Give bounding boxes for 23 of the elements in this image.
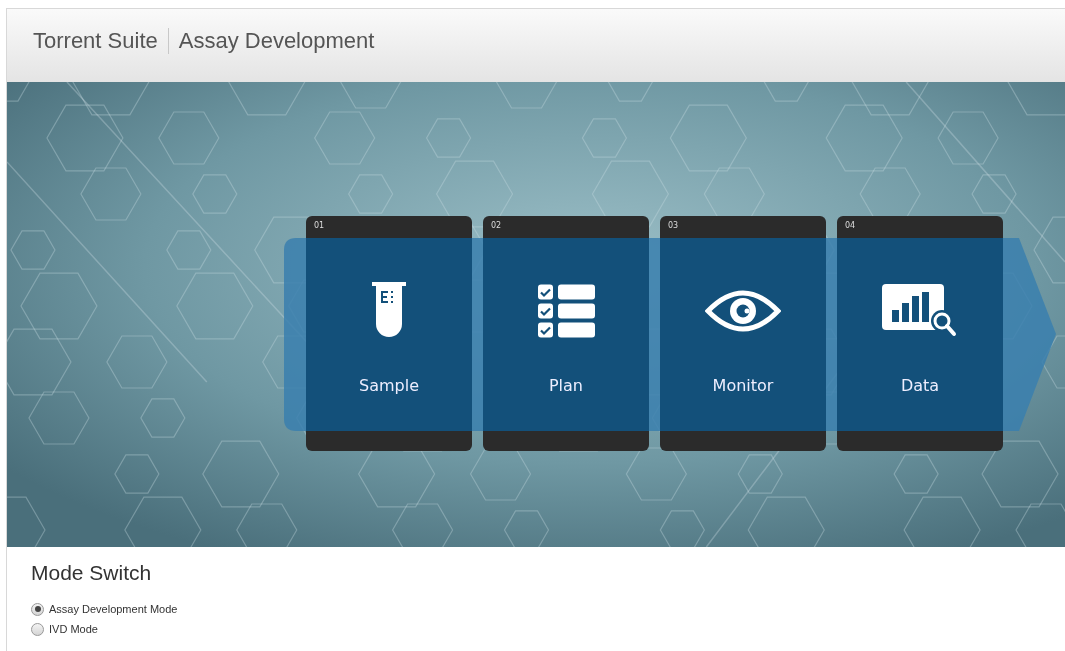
step-number: 01 bbox=[313, 220, 325, 232]
mode-radio-option[interactable]: Assay Development Mode bbox=[31, 599, 178, 619]
section-title: Assay Development bbox=[178, 27, 375, 54]
option-label: IVD Mode bbox=[49, 623, 98, 635]
radio-button[interactable] bbox=[31, 602, 44, 616]
step-label: Plan bbox=[548, 376, 583, 395]
step-card[interactable]: 04 Data bbox=[837, 216, 1003, 451]
product-title: Torrent Suite bbox=[33, 27, 158, 54]
step-number: 04 bbox=[844, 220, 856, 232]
mode-radio-option[interactable]: IVD Mode bbox=[31, 619, 98, 639]
step-label: Data bbox=[900, 376, 940, 395]
step-number: 03 bbox=[667, 220, 679, 232]
test-tube-icon bbox=[372, 282, 406, 340]
mode-switch-heading: Mode Switch bbox=[31, 561, 153, 585]
step-number: 02 bbox=[490, 220, 502, 232]
step-card[interactable]: 03 Monitor bbox=[660, 216, 826, 451]
step-card[interactable]: 02 Plan bbox=[483, 216, 649, 451]
step-label: Sample bbox=[359, 376, 419, 395]
step-card[interactable]: 01 Sample bbox=[306, 216, 472, 451]
step-label: Monitor bbox=[712, 376, 774, 395]
checklist-icon bbox=[537, 282, 595, 340]
option-label: Assay Development Mode bbox=[49, 603, 178, 615]
radio-button[interactable] bbox=[31, 622, 44, 636]
